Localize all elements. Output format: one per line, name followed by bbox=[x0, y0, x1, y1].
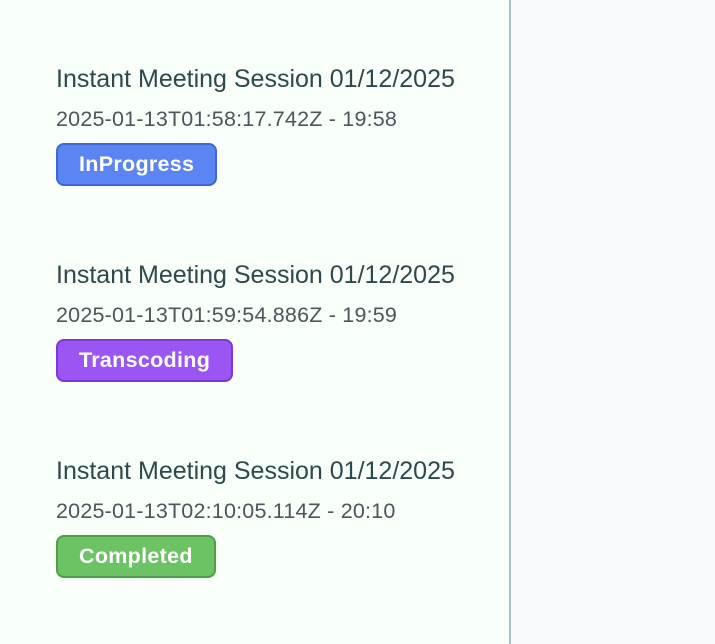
session-title: Instant Meeting Session 01/12/2025 bbox=[56, 261, 455, 289]
session-item[interactable]: Instant Meeting Session 01/12/2025 2025-… bbox=[56, 64, 509, 186]
session-item[interactable]: Instant Meeting Session 01/12/2025 2025-… bbox=[56, 456, 509, 578]
session-item[interactable]: Instant Meeting Session 01/12/2025 2025-… bbox=[56, 260, 509, 382]
session-timestamp: 2025-01-13T01:58:17.742Z - 19:58 bbox=[56, 107, 398, 131]
detail-pane bbox=[511, 0, 715, 644]
session-timestamp: 2025-01-13T02:10:05.114Z - 20:10 bbox=[56, 499, 396, 523]
status-badge: Transcoding bbox=[56, 339, 234, 382]
app-window: Instant Meeting Session 01/12/2025 2025-… bbox=[0, 0, 715, 644]
status-badge: Completed bbox=[56, 535, 216, 578]
status-badge: InProgress bbox=[56, 143, 218, 186]
session-title: Instant Meeting Session 01/12/2025 bbox=[56, 457, 455, 485]
session-timestamp: 2025-01-13T01:59:54.886Z - 19:59 bbox=[56, 303, 398, 327]
session-title: Instant Meeting Session 01/12/2025 bbox=[56, 65, 455, 93]
session-list: Instant Meeting Session 01/12/2025 2025-… bbox=[0, 0, 511, 644]
